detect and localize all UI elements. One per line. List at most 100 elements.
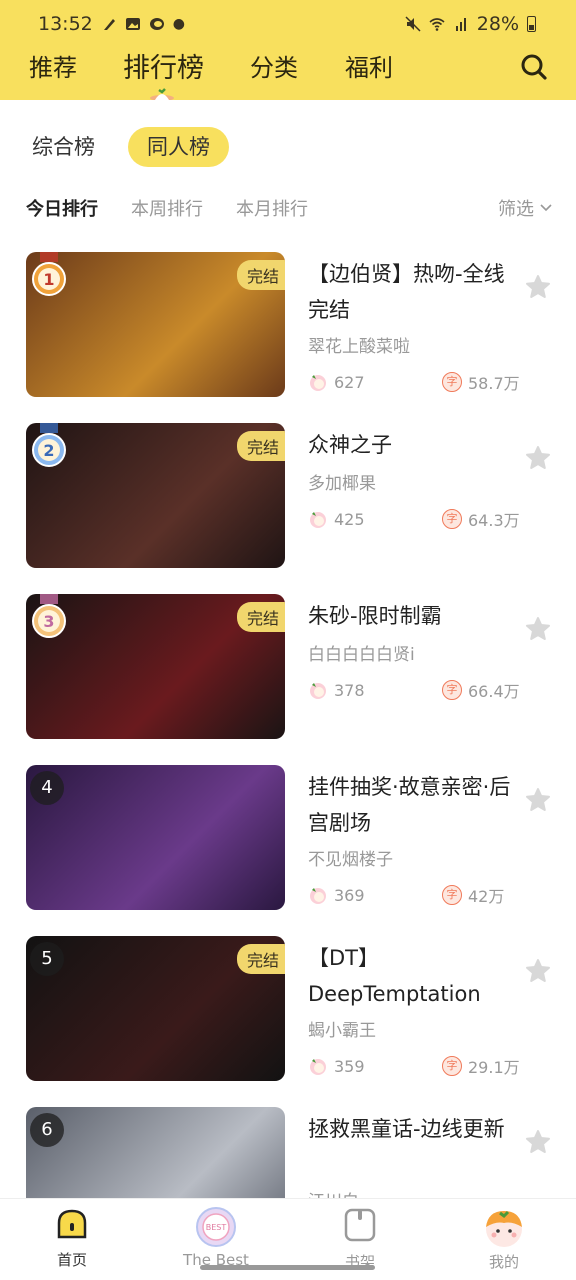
mute-icon: [405, 16, 421, 32]
book-list-item[interactable]: 3 完结 朱砂-限时制霸 白白白白白贤i 378 字 66.4万: [0, 594, 576, 742]
book-cover[interactable]: 1 完结: [26, 252, 285, 397]
home-icon: [57, 1209, 87, 1239]
book-list-item[interactable]: 2 完结 众神之子 多加椰果 425 字 64.3万: [0, 423, 576, 571]
word-count-icon: 字: [442, 680, 462, 700]
tabbar-home[interactable]: 首页: [12, 1207, 132, 1270]
likes-stat: 425: [308, 509, 365, 529]
home-indicator[interactable]: [200, 1265, 375, 1270]
word-count: 58.7万: [468, 374, 520, 393]
star-favorite-icon[interactable]: [525, 616, 551, 642]
status-time: 13:52: [38, 13, 93, 35]
book-stats: 425 字 64.3万: [308, 509, 520, 530]
tabbar-bookshelf[interactable]: 书架: [300, 1207, 420, 1272]
star-favorite-icon[interactable]: [525, 787, 551, 813]
segment-fanfic[interactable]: 同人榜: [128, 127, 229, 167]
period-month[interactable]: 本月排行: [236, 195, 308, 221]
likes-count: 369: [334, 885, 365, 905]
book-title[interactable]: 挂件抽奖·故意亲密·后宫剧场: [308, 769, 513, 841]
likes-stat: 378: [308, 680, 365, 700]
book-list-item[interactable]: 4 挂件抽奖·故意亲密·后宫剧场 不见烟楼子 369 字 42万: [0, 765, 576, 913]
more-notifications-dot: ●: [172, 16, 185, 32]
rank-medal-icon: 1: [32, 252, 66, 296]
book-author[interactable]: 不见烟楼子: [308, 845, 393, 870]
tab-rankings[interactable]: 排行榜: [123, 46, 204, 85]
book-author[interactable]: 白白白白白贤i: [308, 640, 415, 665]
likes-count: 425: [334, 509, 365, 529]
book-stats: 378 字 66.4万: [308, 680, 520, 701]
app-header: 13:52 ● 28% 推荐 排行榜 分类 福利: [0, 0, 576, 100]
tab-welfare[interactable]: 福利: [345, 48, 393, 83]
likes-count: 627: [334, 372, 365, 392]
rank-number: 2: [43, 441, 54, 460]
notification-icon: [103, 19, 115, 30]
peach-like-icon: [310, 1059, 326, 1075]
signal-icon: [455, 18, 466, 31]
peach-like-icon: [310, 512, 326, 528]
book-cover[interactable]: 3 完结: [26, 594, 285, 739]
word-count-stat: 字 64.3万: [442, 507, 520, 531]
rank-number: 4: [30, 771, 64, 805]
book-cover[interactable]: 4: [26, 765, 285, 910]
word-count: 64.3万: [468, 511, 520, 530]
book-title[interactable]: 朱砂-限时制霸: [308, 598, 513, 634]
star-favorite-icon[interactable]: [525, 958, 551, 984]
star-favorite-icon[interactable]: [525, 1129, 551, 1155]
peach-like-icon: [310, 375, 326, 391]
book-title[interactable]: 【边伯贤】热吻-全线完结: [308, 256, 513, 328]
star-favorite-icon[interactable]: [525, 445, 551, 471]
star-favorite-icon[interactable]: [525, 274, 551, 300]
book-stats: 369 字 42万: [308, 885, 504, 906]
book-list-item[interactable]: 1 完结 【边伯贤】热吻-全线完结 翠花上酸菜啦 627 字 58.7万: [0, 252, 576, 400]
book-author[interactable]: 蝎小霸王: [308, 1016, 376, 1041]
book-author[interactable]: 翠花上酸菜啦: [308, 332, 410, 357]
tabbar-the-best[interactable]: BEST The Best: [156, 1207, 276, 1269]
word-count-icon: 字: [442, 372, 462, 392]
avatar: [486, 1210, 522, 1247]
svg-text:BEST: BEST: [206, 1223, 227, 1232]
battery-icon: [527, 16, 536, 32]
chevron-down-icon: [540, 204, 552, 212]
book-title[interactable]: 众神之子: [308, 427, 513, 463]
tabbar-profile[interactable]: 我的: [444, 1207, 564, 1272]
filter-button[interactable]: 筛选: [498, 195, 552, 221]
app-notification-icon: [149, 18, 164, 30]
likes-stat: 359: [308, 1056, 365, 1076]
book-stats: 359 字 29.1万: [308, 1056, 520, 1077]
rank-medal-icon: 3: [32, 594, 66, 638]
tabbar-profile-label: 我的: [488, 1253, 519, 1271]
tab-categories[interactable]: 分类: [250, 48, 298, 83]
word-count-stat: 字 42万: [442, 883, 504, 907]
rank-number: 3: [43, 612, 54, 631]
book-list-item[interactable]: 5 完结 【DT】DeepTemptation 蝎小霸王 359 字 29.1万: [0, 936, 576, 1084]
search-icon[interactable]: [520, 52, 548, 82]
gallery-icon: [125, 18, 140, 30]
book-title[interactable]: 拯救黑童话-边线更新: [308, 1111, 513, 1147]
word-count: 29.1万: [468, 1058, 520, 1077]
rank-medal-icon: 2: [32, 423, 66, 467]
book-title[interactable]: 【DT】DeepTemptation: [308, 940, 513, 1012]
word-count-icon: 字: [442, 1056, 462, 1076]
wifi-icon: [429, 18, 445, 31]
period-week[interactable]: 本周排行: [131, 195, 203, 221]
book-cover[interactable]: 2 完结: [26, 423, 285, 568]
period-today[interactable]: 今日排行: [26, 195, 98, 221]
likes-stat: 369: [308, 885, 365, 905]
likes-count: 359: [334, 1056, 365, 1076]
the-best-badge-icon: BEST: [196, 1207, 236, 1247]
rank-number: 5: [30, 942, 64, 976]
likes-stat: 627: [308, 372, 365, 392]
word-count-stat: 字 58.7万: [442, 370, 520, 394]
book-author[interactable]: 多加椰果: [308, 469, 376, 494]
segment-overall[interactable]: 综合榜: [32, 127, 95, 167]
completed-badge: 完结: [236, 260, 285, 290]
top-nav: 推荐 排行榜 分类 福利: [0, 48, 576, 88]
tab-recommend[interactable]: 推荐: [29, 48, 77, 83]
book-cover[interactable]: 5 完结: [26, 936, 285, 1081]
completed-badge: 完结: [236, 944, 285, 974]
active-tab-indicator-icon: [150, 88, 174, 100]
bookshelf-icon: [344, 1208, 376, 1242]
word-count-icon: 字: [442, 509, 462, 529]
word-count-stat: 字 66.4万: [442, 678, 520, 702]
peach-like-icon: [310, 683, 326, 699]
battery-percent: 28%: [476, 13, 519, 35]
